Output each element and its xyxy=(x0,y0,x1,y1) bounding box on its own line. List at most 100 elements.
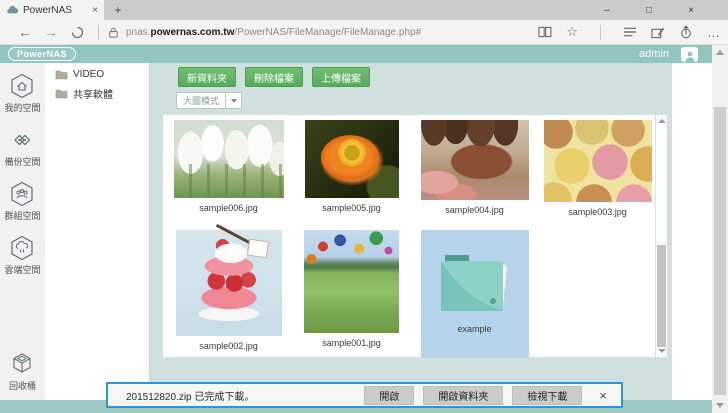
file-item-folder[interactable]: example xyxy=(413,230,536,358)
file-item[interactable]: sample003.jpg xyxy=(536,120,659,217)
browser-toolbar: ← → pnas.powernas.com.tw/PowerNAS/FileMa… xyxy=(0,20,728,45)
file-thumbnail xyxy=(173,120,284,198)
recycle-bin-icon xyxy=(13,353,32,373)
download-message: 201512820.zip 已完成下載。 xyxy=(126,388,254,403)
tab-close-icon[interactable]: × xyxy=(92,5,98,16)
more-icon[interactable]: … xyxy=(707,25,720,40)
sidebar-label: 雲端空間 xyxy=(4,265,41,275)
page-scrollbar-thumb[interactable] xyxy=(714,107,726,395)
file-item[interactable]: sample006.jpg xyxy=(167,120,290,217)
back-icon[interactable]: ← xyxy=(12,24,38,40)
new-tab-button[interactable]: + xyxy=(104,0,132,20)
scrollbar-thumb[interactable] xyxy=(657,245,666,347)
sidebar-item-my-space[interactable]: 我的空間 xyxy=(4,73,41,114)
download-close-icon[interactable]: × xyxy=(599,388,607,403)
file-thumbnail xyxy=(175,223,282,336)
cloud-favicon-icon xyxy=(7,5,18,14)
home-hexagon-icon xyxy=(11,73,34,99)
tree-item-shared-software[interactable]: 共享軟體 xyxy=(55,86,149,101)
file-name: example xyxy=(457,324,492,334)
big-folder-icon xyxy=(440,255,507,312)
download-filename: 201512820.zip xyxy=(126,391,192,403)
open-folder-button[interactable]: 開啟資料夾 xyxy=(423,385,504,405)
url-prefix: pnas. xyxy=(126,26,151,38)
toolbar-divider xyxy=(98,24,99,40)
lock-icon[interactable] xyxy=(107,26,120,39)
maximize-button[interactable]: □ xyxy=(628,0,670,20)
user-avatar[interactable] xyxy=(681,46,698,62)
view-mode-select[interactable]: 大圖模式 xyxy=(176,92,242,109)
file-thumbnail xyxy=(304,120,399,198)
file-item[interactable]: sample001.jpg xyxy=(290,230,413,358)
file-name: sample003.jpg xyxy=(568,207,627,217)
sidebar-label: 我的空間 xyxy=(4,103,41,113)
favorites-star-icon[interactable]: ☆ xyxy=(566,24,578,40)
scroll-up-icon[interactable] xyxy=(658,119,666,123)
sidebar-label: 備份空間 xyxy=(4,157,41,167)
window-controls: – □ × xyxy=(586,0,728,20)
page-gap xyxy=(672,63,712,400)
sidebar-label: 群組空間 xyxy=(4,211,41,221)
file-thumbnail xyxy=(304,230,399,333)
address-bar[interactable]: pnas.powernas.com.tw/PowerNAS/FileManage… xyxy=(126,27,421,38)
file-name: sample005.jpg xyxy=(322,203,381,213)
file-manager-content: 新資料夾 刪除檔案 上傳檔案 大圖模式 sample006.jpg sample… xyxy=(150,63,672,400)
tab-title: PowerNAS xyxy=(23,4,72,16)
file-grid: sample006.jpg sample005.jpg sample004.jp… xyxy=(163,115,667,358)
group-hexagon-icon xyxy=(11,181,34,207)
new-folder-button[interactable]: 新資料夾 xyxy=(178,67,236,87)
cloud-hexagon-icon xyxy=(11,235,34,261)
folder-tree: VIDEO 共享軟體 xyxy=(45,63,150,400)
tree-item-video[interactable]: VIDEO xyxy=(55,69,149,80)
folder-tile: example xyxy=(420,230,529,358)
download-status: 已完成下載。 xyxy=(194,391,255,403)
web-note-icon[interactable] xyxy=(651,26,665,39)
backup-hexagon-icon xyxy=(14,134,31,146)
refresh-icon[interactable] xyxy=(64,26,90,39)
username-label[interactable]: admin xyxy=(639,48,669,60)
upload-file-button[interactable]: 上傳檔案 xyxy=(312,67,370,87)
file-item[interactable]: sample004.jpg xyxy=(413,120,536,217)
minimize-button[interactable]: – xyxy=(586,0,628,20)
share-icon[interactable] xyxy=(679,25,693,39)
file-item[interactable]: sample002.jpg xyxy=(167,223,290,358)
tree-label: 共享軟體 xyxy=(73,90,113,101)
app-header: PowerNAS admin xyxy=(0,45,712,63)
folder-icon xyxy=(55,89,68,99)
folder-icon xyxy=(55,70,68,80)
download-bar: 201512820.zip 已完成下載。 開啟 開啟資料夾 檢視下載 × xyxy=(106,382,623,408)
view-downloads-button[interactable]: 檢視下載 xyxy=(512,385,583,405)
sidebar-item-recycle-bin[interactable]: 回收桶 xyxy=(9,351,36,392)
scroll-down-icon[interactable] xyxy=(658,349,666,353)
sidebar-item-backup-space[interactable]: 備份空間 xyxy=(4,127,41,168)
file-name: sample004.jpg xyxy=(445,205,504,215)
chevron-down-icon xyxy=(225,93,241,108)
close-button[interactable]: × xyxy=(670,0,712,20)
file-name: sample001.jpg xyxy=(322,338,381,348)
delete-file-button[interactable]: 刪除檔案 xyxy=(245,67,303,87)
page-scroll-up-icon[interactable] xyxy=(716,50,724,55)
reading-view-icon[interactable] xyxy=(538,26,552,38)
browser-tab[interactable]: PowerNAS × xyxy=(0,0,104,20)
hub-icon[interactable] xyxy=(623,26,637,38)
toolbar-divider-2 xyxy=(600,24,601,40)
sidebar-item-group-space[interactable]: 群組空間 xyxy=(4,181,41,222)
sidebar-item-cloud-space[interactable]: 雲端空間 xyxy=(4,235,41,276)
file-thumbnail xyxy=(543,120,652,202)
file-thumbnail xyxy=(420,120,529,200)
page-scroll-down-icon[interactable] xyxy=(716,403,724,408)
content-scrollbar[interactable] xyxy=(655,115,667,357)
file-name: sample006.jpg xyxy=(199,203,258,213)
browser-window: PowerNAS × + – □ × ← → pnas.powernas.com… xyxy=(0,0,728,413)
sidebar-label: 回收桶 xyxy=(8,381,36,391)
file-item[interactable]: sample005.jpg xyxy=(290,120,413,217)
view-mode-value: 大圖模式 xyxy=(183,96,220,106)
powernas-logo: PowerNAS xyxy=(8,47,77,61)
file-name: sample002.jpg xyxy=(199,341,258,351)
url-path: /PowerNAS/FileManage/FileManage.php# xyxy=(234,26,422,38)
forward-icon[interactable]: → xyxy=(38,24,64,40)
page-scrollbar[interactable] xyxy=(712,45,728,413)
left-sidebar: 我的空間 備份空間 群組空間 雲端空間 回收桶 xyxy=(0,63,45,400)
tab-bar: PowerNAS × + – □ × xyxy=(0,0,728,20)
open-button[interactable]: 開啟 xyxy=(364,385,415,405)
